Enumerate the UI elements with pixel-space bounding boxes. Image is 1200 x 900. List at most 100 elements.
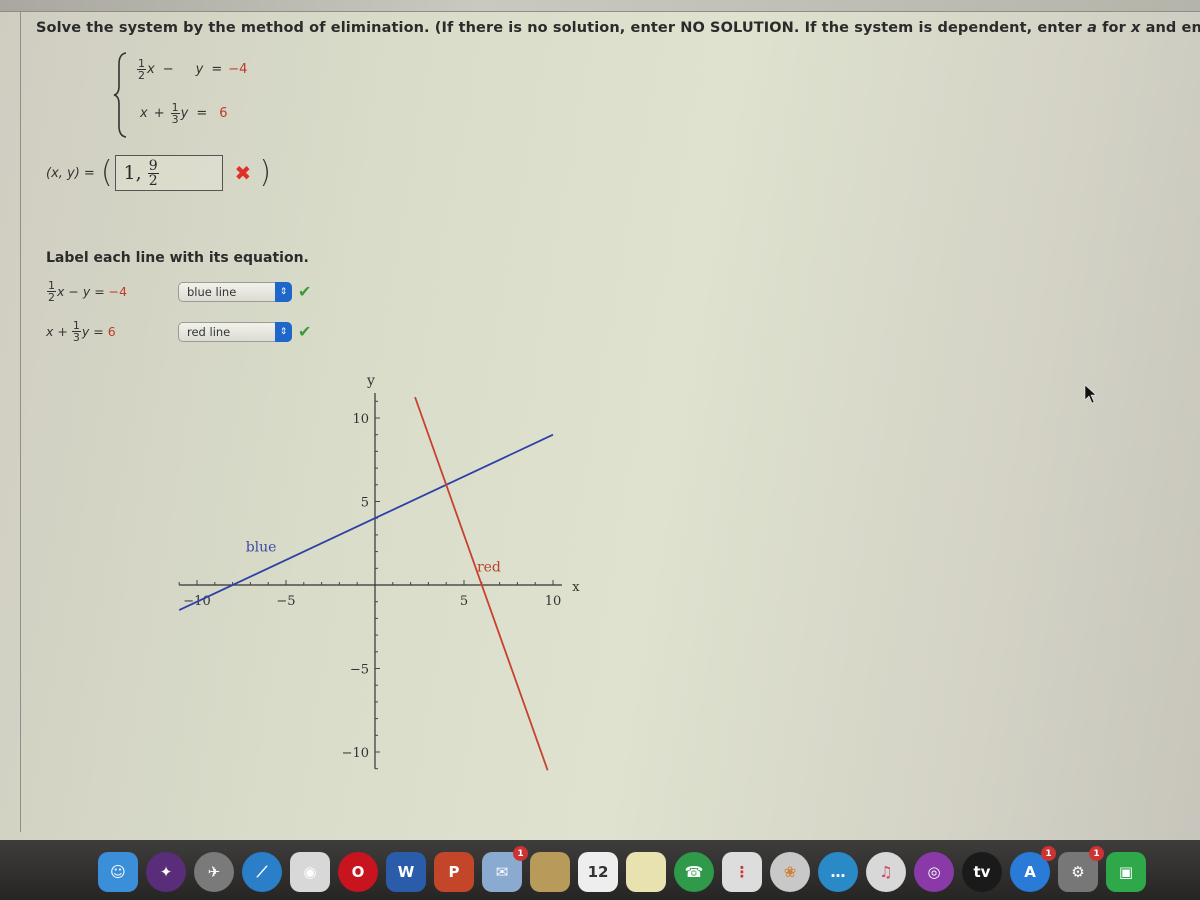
- dock-system-preferences-icon[interactable]: ⚙ 1: [1058, 846, 1104, 892]
- safari-glyph: ⟋: [256, 863, 268, 881]
- incorrect-x-icon: ✖: [234, 161, 252, 185]
- correct-check-icon: ✔: [298, 322, 312, 341]
- label-row-2-eq-text: y =: [81, 324, 104, 339]
- eq1-var-x: x: [147, 62, 155, 77]
- eq1-equals: =: [211, 62, 223, 77]
- dock-facetime-icon[interactable]: ▣: [1106, 852, 1146, 892]
- answer-open-paren: (: [100, 155, 113, 190]
- label-row-1-equation: 12 x − y = −4: [46, 280, 178, 303]
- instructions-text-2: for: [1096, 20, 1132, 36]
- dock-launchpad-icon[interactable]: ✈: [194, 852, 234, 892]
- dock-podcasts-icon[interactable]: ◎: [914, 852, 954, 892]
- dock-preview-icon[interactable]: ✉ 1: [482, 846, 528, 892]
- notification-badge: 1: [1089, 846, 1104, 861]
- dock-notes-folder-icon[interactable]: [530, 852, 570, 892]
- chrome-glyph: ◉: [303, 863, 317, 881]
- x-tick-label: 10: [545, 594, 562, 609]
- answer-y-num: 9: [147, 157, 159, 174]
- answer-y-den: 2: [148, 172, 158, 189]
- y-tick-label: −10: [342, 746, 369, 761]
- dock-powerpoint-icon[interactable]: P: [434, 852, 474, 892]
- eq2-coefficient: 13: [170, 102, 180, 126]
- apple-tv-glyph: tv: [973, 863, 991, 881]
- eq1-rhs: −4: [228, 62, 248, 77]
- dock-reminders-icon[interactable]: ⋮: [722, 852, 762, 892]
- label-row-2-equation: x + 13 y = 6: [46, 320, 178, 343]
- window-top-edge: [0, 0, 1200, 12]
- word-glyph: W: [397, 863, 415, 881]
- dock-siri-icon[interactable]: ✦: [146, 852, 186, 892]
- label-row-1-eq-text: x − y =: [57, 284, 105, 299]
- dock-apps: ☺ ✦ ✈ ⟋ ◉ O W P ✉ 1 12 ☎ ⋮ ❀… ♫ ◎ tv A 1 ⚙ 1 ▣: [98, 846, 1146, 898]
- system-equation-2: x + 13 y = 6: [140, 102, 228, 125]
- eq2-coef-den: 3: [171, 113, 179, 126]
- red-line: [414, 396, 549, 771]
- x-tick-label: −10: [183, 594, 210, 609]
- select-chevron-icon[interactable]: ⇕: [275, 321, 292, 342]
- system-equation-1: 12 x − y = −4: [136, 58, 247, 81]
- content-left-border: [20, 12, 21, 832]
- eq2-rhs: 6: [219, 106, 228, 121]
- label-row-1-rhs: −4: [108, 284, 128, 299]
- y-tick-label: 5: [361, 496, 369, 511]
- siri-glyph: ✦: [159, 863, 173, 881]
- line-select-2-value: red line: [187, 324, 231, 339]
- music-glyph: ♫: [879, 863, 893, 881]
- blue-line-label: blue: [246, 540, 277, 556]
- eq1-coef-den: 2: [138, 69, 145, 82]
- label-row-1-coefficient: 12: [47, 280, 56, 303]
- dock-photos-icon[interactable]: ❀: [770, 852, 810, 892]
- label-row-2-rhs: 6: [107, 324, 116, 339]
- preview-glyph: ✉: [495, 863, 509, 881]
- dock-messages-icon[interactable]: …: [818, 852, 858, 892]
- dock-apple-tv-icon[interactable]: tv: [962, 852, 1002, 892]
- answer-close-paren: ): [259, 155, 272, 190]
- powerpoint-glyph: P: [448, 863, 460, 881]
- dock-music-icon[interactable]: ♫: [866, 852, 906, 892]
- eq2-equals: =: [196, 106, 208, 121]
- correct-check-icon: ✔: [298, 282, 312, 301]
- label-lines-heading: Label each line with its equation.: [46, 250, 309, 266]
- eq2-operator: +: [153, 106, 165, 121]
- red-line-label: red: [477, 560, 501, 576]
- dock-word-icon[interactable]: W: [386, 852, 426, 892]
- mouse-cursor-icon: [1084, 384, 1097, 404]
- line-select-1[interactable]: blue line ⇕: [178, 281, 292, 302]
- dock-opera-icon[interactable]: O: [338, 852, 378, 892]
- label-row-2-coefficient: 13: [71, 320, 81, 344]
- problem-instructions: Solve the system by the method of elimin…: [36, 20, 1200, 36]
- reminders-glyph: ⋮: [734, 863, 750, 881]
- instructions-text-1: Solve the system by the method of elimin…: [36, 20, 1088, 36]
- opera-glyph: O: [351, 863, 365, 881]
- select-chevron-icon[interactable]: ⇕: [275, 281, 292, 302]
- notification-badge: 1: [513, 846, 528, 861]
- answer-input[interactable]: 1, 92: [114, 155, 223, 191]
- facetime-glyph: ▣: [1118, 863, 1134, 881]
- dock-chrome-icon[interactable]: ◉: [290, 852, 330, 892]
- equation-system: 12 x − y = −4 x + 13 y = 6: [112, 50, 282, 140]
- system-preferences-glyph: ⚙: [1071, 863, 1085, 881]
- line-select-1-value: blue line: [187, 284, 237, 299]
- label-row-2-eq-pre: x +: [46, 324, 68, 339]
- y-axis-label: y: [366, 373, 375, 389]
- messages-glyph: …: [830, 863, 846, 881]
- system-brace-icon: [113, 52, 127, 138]
- photos-glyph: ❀: [783, 863, 797, 881]
- dock-whatsapp-icon[interactable]: ☎: [674, 852, 714, 892]
- answer-y-fraction: 92: [147, 157, 159, 189]
- eq2-var-y: y: [180, 106, 189, 121]
- line-select-2[interactable]: red line ⇕: [178, 321, 292, 342]
- dock-finder-icon[interactable]: ☺: [98, 852, 138, 892]
- dock-calendar-icon[interactable]: 12: [578, 852, 618, 892]
- answer-label: (x, y) =: [46, 165, 95, 181]
- label-row-1: 12 x − y = −4 blue line ⇕ ✔: [46, 280, 311, 303]
- dock-app-store-icon[interactable]: A1: [1010, 846, 1056, 892]
- whatsapp-glyph: ☎: [684, 863, 704, 881]
- dock-notes-icon[interactable]: [626, 852, 666, 892]
- x-tick-label: −5: [276, 594, 295, 609]
- dock-safari-icon[interactable]: ⟋: [242, 852, 282, 892]
- x-tick-label: 5: [460, 594, 468, 609]
- label-row-2-coef-den: 3: [72, 331, 80, 344]
- eq1-operator: −: [162, 62, 174, 77]
- finder-glyph: ☺: [110, 863, 126, 881]
